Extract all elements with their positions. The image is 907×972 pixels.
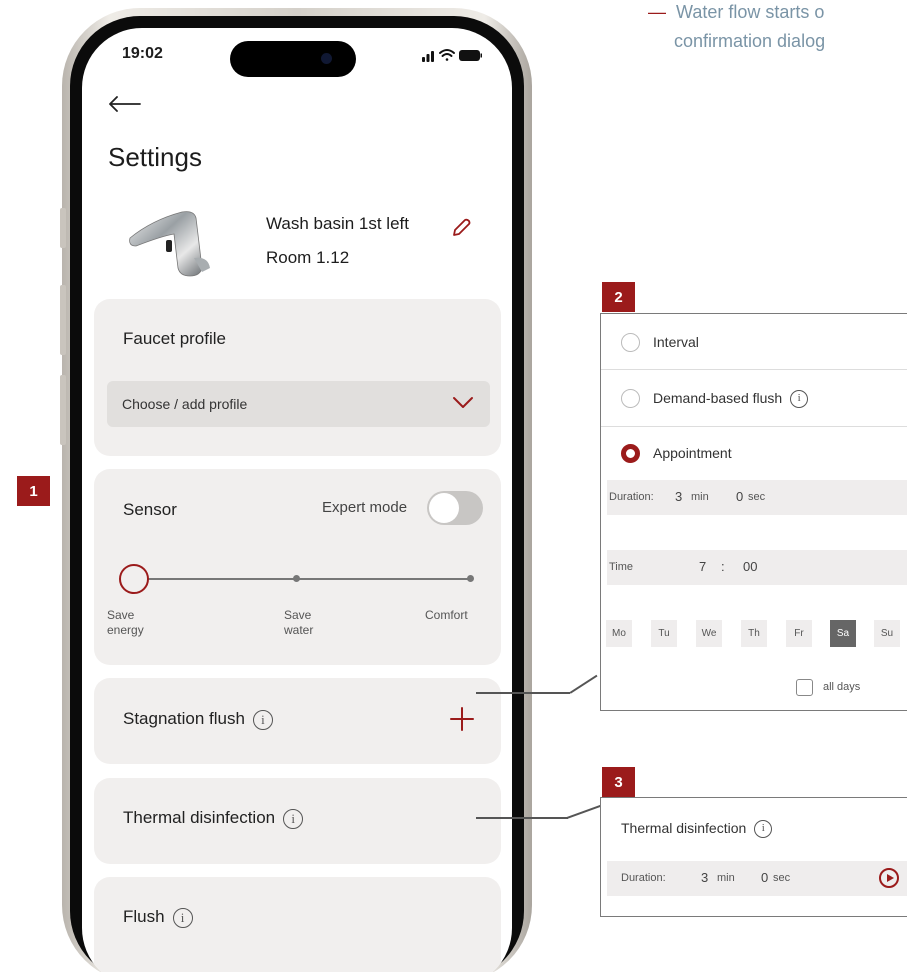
profile-select-value: Choose / add profile <box>122 396 248 412</box>
badge-3: 3 <box>602 767 635 797</box>
sensor-slider-knob[interactable] <box>119 564 149 594</box>
divider <box>601 369 907 370</box>
connector-line-3-diag <box>566 804 602 819</box>
thermal-disinfection-title: Thermal disinfection i <box>123 808 304 829</box>
day-we[interactable]: We <box>696 620 722 647</box>
seconds-unit: sec <box>748 491 766 503</box>
all-days-label: all days <box>823 681 861 693</box>
thermal-panel-title: Thermal disinfection i <box>621 820 773 839</box>
slider-label-save-energy: Save energy <box>107 608 144 637</box>
note-line-2: confirmation dialog <box>674 31 826 51</box>
badge-2: 2 <box>602 282 635 312</box>
duration-seconds[interactable]: 0 <box>761 870 768 885</box>
volume-down-button <box>60 375 66 445</box>
duration-minutes[interactable]: 3 <box>701 870 708 885</box>
thermal-disinfection-card[interactable]: Thermal disinfection i <box>94 778 501 864</box>
connector-line-3 <box>476 817 568 819</box>
duration-label: Duration: <box>609 491 654 503</box>
thermal-disinfection-panel: Thermal disinfection i Duration: 3 min 0 … <box>600 797 907 917</box>
day-su[interactable]: Su <box>874 620 900 647</box>
duration-label: Duration: <box>621 872 666 884</box>
minutes-unit: min <box>717 872 735 884</box>
profile-select[interactable]: Choose / add profile <box>107 381 490 427</box>
sensor-title: Sensor <box>123 500 177 519</box>
flush-title: Flush i <box>123 907 193 928</box>
annotation-note: — Water flow starts o confirmation dialog <box>648 0 825 56</box>
note-line-1: Water flow starts o <box>676 2 825 22</box>
all-days-checkbox[interactable] <box>796 679 813 696</box>
signal-icon <box>422 51 434 62</box>
slider-label-save-water: Save water <box>284 608 314 637</box>
battery-icon <box>459 50 482 61</box>
day-th[interactable]: Th <box>741 620 767 647</box>
connector-line-2 <box>476 692 570 694</box>
badge-1: 1 <box>17 476 50 506</box>
radio-demand-based-flush[interactable] <box>621 389 640 408</box>
expert-mode-toggle[interactable] <box>427 491 483 525</box>
day-fr[interactable]: Fr <box>786 620 812 647</box>
room-label: Room 1.12 <box>266 248 350 267</box>
radio-interval[interactable] <box>621 333 640 352</box>
faucet-image <box>129 211 210 277</box>
slider-stop-save-water[interactable] <box>293 575 300 582</box>
camera-icon <box>321 53 332 64</box>
chevron-down-icon <box>453 397 473 408</box>
duration-seconds[interactable]: 0 <box>736 489 743 504</box>
faucet-profile-card: Faucet profile Choose / add profile <box>94 299 501 456</box>
time-label: Time <box>609 561 634 573</box>
toggle-knob <box>429 493 459 523</box>
option-interval: Interval <box>653 334 699 350</box>
option-appointment: Appointment <box>653 445 732 461</box>
device-name: Wash basin 1st left <box>266 214 409 233</box>
duration-minutes[interactable]: 3 <box>675 489 682 504</box>
connector-line-2-diag <box>569 674 598 694</box>
info-icon[interactable]: i <box>252 709 273 730</box>
dynamic-island <box>230 41 356 77</box>
add-plus-icon[interactable] <box>449 706 475 732</box>
volume-up-button <box>60 285 66 355</box>
faucet-profile-title: Faucet profile <box>123 329 226 348</box>
time-colon: : <box>721 559 725 574</box>
time-minute[interactable]: 00 <box>743 559 757 574</box>
divider <box>601 426 907 427</box>
info-icon[interactable]: i <box>172 907 193 928</box>
info-icon[interactable]: i <box>283 808 304 829</box>
day-tu[interactable]: Tu <box>651 620 677 647</box>
expert-mode-label: Expert mode <box>322 499 408 516</box>
slider-label-comfort: Comfort <box>425 608 468 622</box>
radio-appointment[interactable] <box>621 444 640 463</box>
mute-switch <box>60 208 66 248</box>
status-icons <box>422 49 482 62</box>
sensor-slider-track[interactable] <box>134 578 472 580</box>
info-icon[interactable]: i <box>790 390 809 409</box>
wifi-icon <box>439 49 455 61</box>
play-icon[interactable] <box>879 868 899 888</box>
stagnation-flush-card[interactable]: Stagnation flush i <box>94 678 501 764</box>
info-icon[interactable]: i <box>754 820 773 839</box>
flush-card[interactable]: Flush i <box>94 877 501 972</box>
slider-stop-comfort[interactable] <box>467 575 474 582</box>
minutes-unit: min <box>691 491 709 503</box>
stagnation-flush-panel: Interval Demand-based flush i Appointment… <box>600 313 907 711</box>
edit-pencil-icon[interactable] <box>450 217 472 239</box>
seconds-unit: sec <box>773 872 791 884</box>
day-sa[interactable]: Sa <box>830 620 856 647</box>
time-hour[interactable]: 7 <box>699 559 706 574</box>
day-mo[interactable]: Mo <box>606 620 632 647</box>
back-arrow-icon[interactable] <box>106 94 142 114</box>
stagnation-flush-title: Stagnation flush i <box>123 709 273 730</box>
option-demand-based-flush: Demand-based flush i <box>653 390 809 409</box>
page-title: Settings <box>108 142 202 172</box>
phone-screen: 19:02 Settings Wash basin 1st left Room … <box>82 28 512 972</box>
status-time: 19:02 <box>122 45 163 62</box>
sensor-card: Sensor Expert mode Save energy Save water … <box>94 469 501 665</box>
note-dash: — <box>648 2 666 22</box>
